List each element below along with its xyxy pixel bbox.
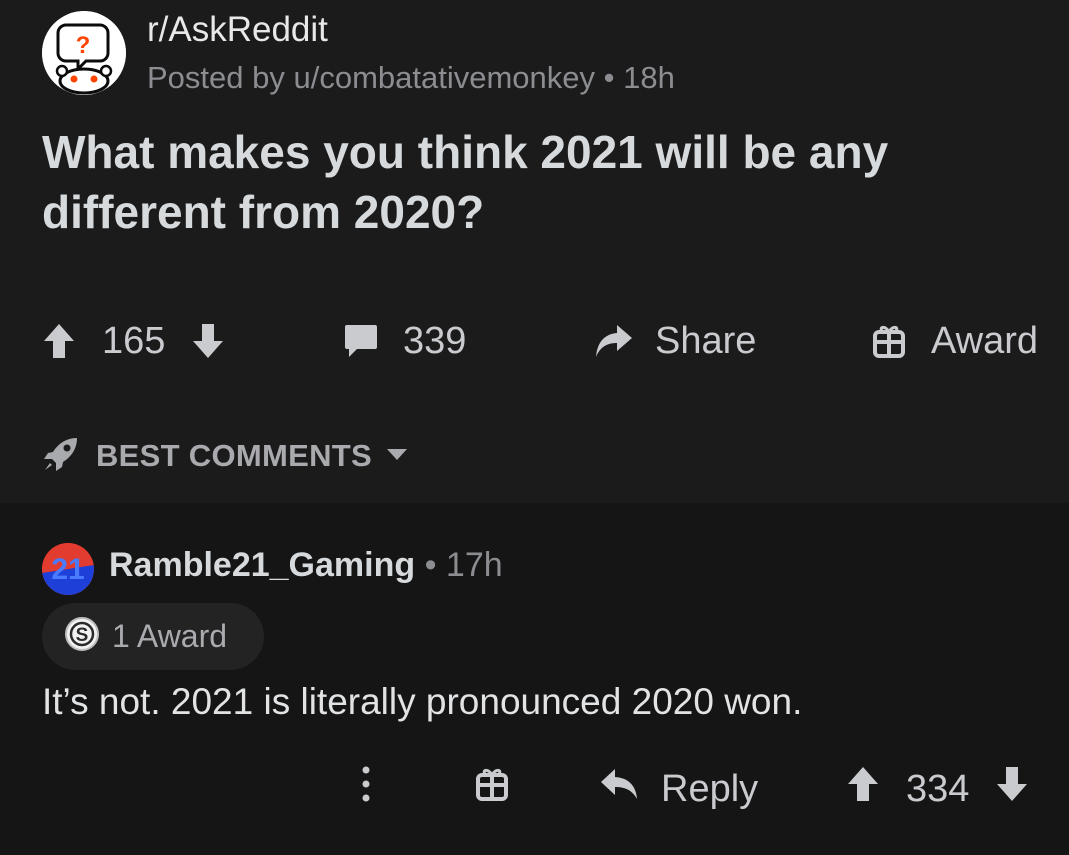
post-vote-bar: 165 (42, 318, 225, 364)
reply-button[interactable]: Reply (599, 765, 758, 813)
comments-button[interactable]: 339 (343, 318, 466, 364)
award-label: Award (931, 319, 1039, 362)
comment-body: It’s not. 2021 is literally pronounced 2… (42, 681, 803, 722)
gift-icon (872, 324, 906, 358)
svg-text:S: S (76, 625, 89, 646)
comment-count: 339 (403, 319, 467, 362)
comment-vote-count: 334 (906, 767, 970, 810)
avatar-text: 21 (51, 553, 84, 586)
subreddit-icon: ? (42, 11, 126, 95)
dropdown-icon (386, 447, 408, 466)
downvote-icon[interactable] (995, 765, 1029, 813)
reply-icon (599, 766, 639, 812)
comment-icon (343, 322, 379, 360)
silver-award-icon: S (64, 616, 100, 657)
commenter-avatar[interactable]: 21 (42, 543, 94, 595)
share-icon (593, 321, 633, 361)
comment-award-button[interactable] (475, 765, 509, 813)
award-pill[interactable]: S 1 Award (42, 603, 264, 670)
comment-time: • 17h (415, 546, 503, 584)
more-icon (352, 764, 380, 814)
reply-label: Reply (661, 767, 759, 810)
rocket-icon (42, 435, 80, 478)
comment-author[interactable]: Ramble21_Gaming (109, 546, 415, 584)
share-label: Share (655, 319, 757, 362)
post-title[interactable]: What makes you think 2021 will be any di… (42, 122, 1032, 242)
more-button[interactable] (352, 765, 380, 813)
upvote-icon[interactable] (846, 765, 880, 813)
subreddit-avatar[interactable]: ? (42, 11, 126, 95)
award-button[interactable]: Award (872, 318, 1038, 364)
upvote-icon[interactable] (42, 322, 76, 360)
post-meta[interactable]: Posted by u/combatativemonkey • 18h (147, 60, 675, 96)
share-button[interactable]: Share (593, 318, 756, 364)
svg-text:?: ? (76, 32, 91, 59)
comment-author-line[interactable]: Ramble21_Gaming • 17h (109, 546, 503, 585)
comment-sort-dropdown[interactable]: BEST COMMENTS (42, 436, 408, 476)
award-pill-label: 1 Award (112, 618, 228, 654)
gift-icon (475, 767, 509, 811)
downvote-icon[interactable] (191, 322, 225, 360)
subreddit-name[interactable]: r/AskReddit (147, 10, 328, 50)
post-vote-count: 165 (102, 319, 166, 362)
sort-label: BEST COMMENTS (96, 438, 373, 473)
comment-vote-bar: 334 (846, 765, 1029, 813)
